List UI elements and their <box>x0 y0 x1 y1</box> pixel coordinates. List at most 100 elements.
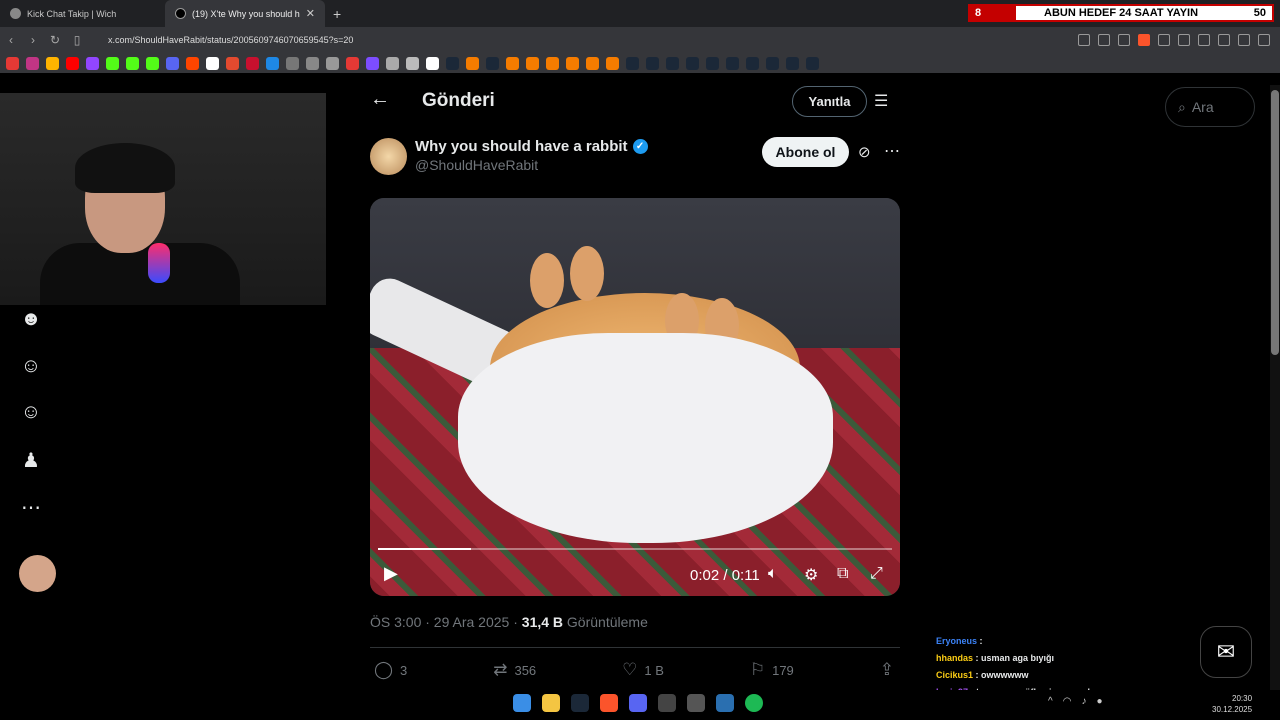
brave-browser-icon[interactable] <box>600 694 618 712</box>
app-icon[interactable] <box>658 694 676 712</box>
more-circle-icon[interactable]: ⋯ <box>18 495 44 521</box>
cast-icon[interactable] <box>1078 34 1090 46</box>
steam-icon[interactable] <box>786 56 799 70</box>
bookmark-favicon[interactable] <box>266 56 279 70</box>
steam-icon[interactable] <box>706 56 719 70</box>
mic-icon[interactable]: ● <box>1096 696 1102 707</box>
puzzle-icon[interactable] <box>1198 34 1210 46</box>
back-arrow-icon[interactable]: ← <box>370 88 390 111</box>
wifi-icon[interactable]: ◠ <box>1063 696 1072 707</box>
post-timestamp[interactable]: ÖS 3:00 · 29 Ara 2025 <box>370 614 509 630</box>
bookmark-favicon[interactable] <box>286 56 299 70</box>
back-icon[interactable]: ‹ <box>0 33 22 47</box>
reply-action[interactable]: ◯ 3 <box>374 660 407 680</box>
share-icon[interactable] <box>1118 34 1130 46</box>
steam-icon[interactable] <box>626 56 639 70</box>
bookmark-favicon[interactable] <box>46 56 59 70</box>
steam-icon[interactable] <box>766 56 779 70</box>
system-clock[interactable]: 20:30 30.12.2025 <box>1212 693 1252 715</box>
profile-icon[interactable]: ♟ <box>18 448 44 474</box>
fullscreen-icon[interactable]: ⤢ <box>870 565 883 583</box>
bookmark-favicon[interactable] <box>606 56 619 70</box>
bookmark-favicon[interactable] <box>426 56 439 70</box>
filter-icon[interactable]: ☰ <box>874 91 888 111</box>
bookmark-favicon[interactable] <box>366 56 379 70</box>
url-field[interactable]: x.com/ShouldHaveRabit/status/20056097460… <box>108 35 353 45</box>
like-action[interactable]: ♡ 1 B <box>622 660 664 680</box>
settings-gear-icon[interactable]: ⚙ <box>804 565 818 585</box>
menu-icon[interactable] <box>1258 34 1270 46</box>
steam-icon[interactable] <box>686 56 699 70</box>
bookmark-favicon[interactable] <box>546 56 559 70</box>
discord-icon[interactable] <box>629 694 647 712</box>
communities-icon[interactable]: ☺ <box>18 401 44 427</box>
bookmark-favicon[interactable] <box>466 56 479 70</box>
app-icon[interactable] <box>687 694 705 712</box>
reply-button[interactable]: Yanıtla <box>792 86 867 117</box>
video-player[interactable]: ▶ 0:02 / 0:11 🔈︎ ⚙ ⧉ ⤢ <box>370 198 900 596</box>
windows-start-icon[interactable] <box>513 694 531 712</box>
reload-icon[interactable]: ↻ <box>44 33 66 47</box>
share-action[interactable]: ⇪ <box>880 660 894 680</box>
volume-icon[interactable]: 🔈︎ <box>768 565 778 583</box>
bookmark-favicon[interactable] <box>226 56 239 70</box>
zoom-icon[interactable] <box>1098 34 1110 46</box>
extension-icon[interactable] <box>1178 34 1190 46</box>
spotify-icon[interactable] <box>745 694 763 712</box>
tab-kick-chat[interactable]: Kick Chat Takip | Wich <box>0 0 165 27</box>
bookmark-favicon[interactable] <box>386 56 399 70</box>
brave-shield-icon[interactable] <box>1138 34 1150 46</box>
bookmark-favicon[interactable] <box>146 56 159 70</box>
close-tab-icon[interactable]: ✕ <box>306 7 315 20</box>
author-avatar[interactable] <box>370 138 407 175</box>
bookmark-favicon[interactable] <box>406 56 419 70</box>
app-icon[interactable] <box>716 694 734 712</box>
bookmark-favicon[interactable] <box>166 56 179 70</box>
author-name[interactable]: Why you should have a rabbit ✓ <box>415 138 648 155</box>
bookmark-favicon[interactable] <box>566 56 579 70</box>
extension-icon[interactable] <box>1158 34 1170 46</box>
chevron-up-icon[interactable]: ^ <box>1048 696 1053 707</box>
bookmark-favicon[interactable] <box>106 56 119 70</box>
repost-action[interactable]: ⇄ 356 <box>493 660 536 680</box>
steam-icon[interactable] <box>446 56 459 70</box>
bookmark-favicon[interactable] <box>126 56 139 70</box>
bookmark-icon[interactable]: ▯ <box>66 33 88 47</box>
steam-icon[interactable] <box>666 56 679 70</box>
video-progress-bar[interactable] <box>378 548 892 550</box>
bookmark-favicon[interactable] <box>326 56 339 70</box>
steam-icon[interactable] <box>746 56 759 70</box>
steam-icon[interactable] <box>486 56 499 70</box>
play-icon[interactable]: ▶ <box>384 563 398 584</box>
bookmark-favicon[interactable] <box>306 56 319 70</box>
follow-icon[interactable]: ☻ <box>18 308 44 334</box>
bookmark-favicon[interactable] <box>186 56 199 70</box>
steam-icon[interactable] <box>726 56 739 70</box>
steam-icon[interactable] <box>806 56 819 70</box>
bookmark-favicon[interactable] <box>246 56 259 70</box>
bookmark-favicon[interactable] <box>86 56 99 70</box>
bookmark-favicon[interactable] <box>526 56 539 70</box>
media-icon[interactable] <box>1238 34 1250 46</box>
bookmark-favicon[interactable] <box>6 56 19 70</box>
scrollbar-thumb[interactable] <box>1271 90 1279 355</box>
communities-icon[interactable]: ☺ <box>18 355 44 381</box>
author-handle[interactable]: @ShouldHaveRabit <box>415 157 538 173</box>
volume-icon[interactable]: ♪ <box>1081 696 1086 707</box>
sidebar-icon[interactable] <box>1218 34 1230 46</box>
follow-button[interactable]: Abone ol <box>762 137 849 167</box>
more-options-icon[interactable]: ⋯ <box>884 141 900 161</box>
forward-icon[interactable]: › <box>22 33 44 47</box>
avatar[interactable] <box>19 555 56 592</box>
file-explorer-icon[interactable] <box>542 694 560 712</box>
bookmark-favicon[interactable] <box>346 56 359 70</box>
bookmark-action[interactable]: ⚐ 179 <box>750 660 794 680</box>
bookmark-favicon[interactable] <box>66 56 79 70</box>
grok-icon[interactable]: ⊘ <box>858 143 871 161</box>
new-tab-button[interactable]: + <box>333 6 341 22</box>
picture-in-picture-icon[interactable]: ⧉ <box>837 565 848 583</box>
bookmark-favicon[interactable] <box>206 56 219 70</box>
search-input[interactable]: ⌕ Ara <box>1165 87 1255 127</box>
steam-icon[interactable] <box>646 56 659 70</box>
steam-icon[interactable] <box>571 694 589 712</box>
